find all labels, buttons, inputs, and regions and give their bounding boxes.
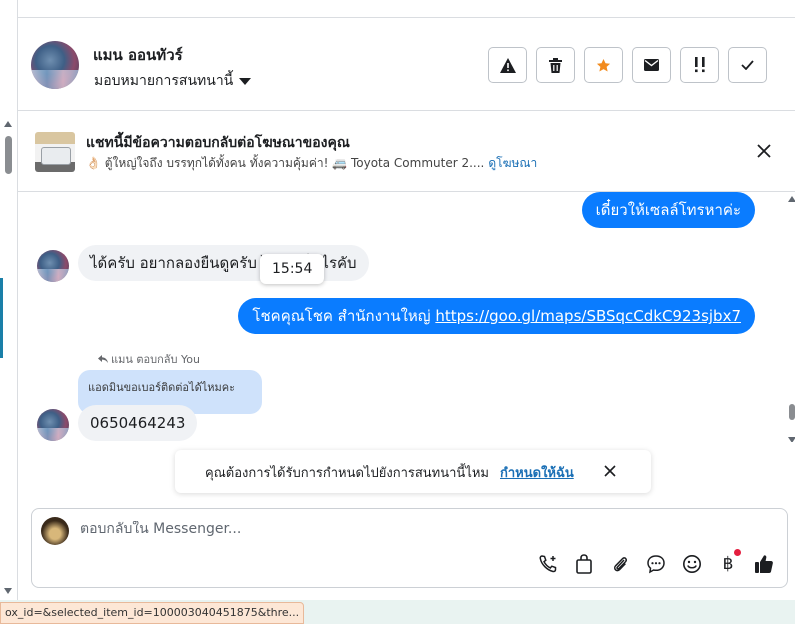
caret-down-icon [239, 77, 252, 85]
priority-icon [694, 57, 705, 73]
reply-composer: ฿ [31, 508, 788, 588]
paperclip-icon[interactable] [609, 553, 631, 575]
scroll-up-arrow-icon[interactable] [788, 196, 795, 202]
contact-avatar-small [37, 409, 69, 441]
message-bubble-outgoing-link[interactable]: โชคคุณโชค สำนักงานใหญ่ https://goo.gl/ma… [238, 298, 755, 334]
call-add-icon[interactable] [537, 553, 559, 575]
left-scrollbar-thumb[interactable] [5, 136, 12, 174]
contact-name[interactable]: แมน ออนทัวร์ [93, 43, 183, 67]
ad-banner-title: แชทนี้มีข้อความตอบกลับต่อโฆษณาของคุณ [86, 135, 350, 151]
reply-input[interactable] [80, 521, 680, 537]
trash-icon [549, 57, 562, 73]
ad-subtitle-text: 👌🏻 ตู้ใหญ่ใจถึง บรรทุกได้ทั้งคน ทั้งความ… [86, 156, 485, 170]
assign-to-me-link[interactable]: กำหนดให้ฉัน [500, 462, 574, 483]
left-panel-edge [0, 0, 18, 600]
reply-indicator: แมน ตอบกลับ You [98, 350, 200, 368]
bag-icon[interactable] [573, 553, 595, 575]
header-actions [488, 47, 767, 83]
emoji-icon[interactable] [681, 553, 703, 575]
conversation-header: แมน ออนทัวร์ มอบหมายการสนทนานี้ [18, 18, 795, 111]
timestamp-tooltip: 15:54 [260, 254, 325, 284]
status-url: ox_id=&selected_item_id=100003040451875&… [0, 602, 305, 624]
assign-prompt: คุณต้องการได้รับการกำหนดไปยังการสนทนานี้… [175, 450, 651, 493]
message-list: เดี๋ยวให้เซลล์โทรหาค่ะ ได้ครับ อยากลองยื… [18, 192, 795, 442]
chat-bubble-icon[interactable] [645, 553, 667, 575]
ad-banner-subtitle: 👌🏻 ตู้ใหญ่ใจถึง บรรทุกได้ทั้งคน ทั้งความ… [86, 154, 537, 173]
message-text: โชคคุณโชค สำนักงานใหญ่ [252, 307, 436, 325]
scroll-up-arrow-icon[interactable] [4, 121, 12, 127]
message-bubble-outgoing[interactable]: เดี๋ยวให้เซลล์โทรหาค่ะ [581, 192, 755, 228]
reply-label-text: แมน ตอบกลับ You [111, 353, 200, 366]
view-ad-link[interactable]: ดูโฆษณา [488, 156, 537, 170]
assign-dropdown[interactable]: มอบหมายการสนทนานี้ [94, 70, 252, 92]
close-icon[interactable] [755, 142, 773, 160]
ad-thumbnail[interactable] [35, 132, 75, 172]
check-icon [741, 60, 754, 70]
conversation-scrollbar-thumb[interactable] [789, 404, 795, 420]
warning-icon [499, 57, 516, 73]
composer-toolbar: ฿ [537, 549, 775, 575]
assign-prompt-text: คุณต้องการได้รับการกำหนดไปยังการสนทนานี้… [205, 466, 489, 481]
maps-link[interactable]: https://goo.gl/maps/SBSqcCdkC923sjbx7 [435, 307, 741, 325]
selected-indicator [0, 278, 3, 358]
spam-button[interactable] [488, 47, 527, 83]
ad-reply-banner: แชทนี้มีข้อความตอบกลับต่อโฆษณาของคุณ 👌🏻 … [18, 112, 795, 192]
close-icon[interactable] [603, 464, 617, 478]
message-bubble-incoming[interactable]: ได้ครับ อยากลองยืนดูครับ ไม่ไม่เป็นไรคับ [78, 245, 369, 281]
baht-icon[interactable]: ฿ [717, 549, 741, 575]
star-icon [596, 58, 611, 71]
assign-label: มอบหมายการสนทนานี้ [94, 73, 234, 89]
message-bubble-incoming[interactable]: 0650464243 [78, 405, 198, 441]
done-button[interactable] [728, 47, 767, 83]
notification-dot [734, 549, 741, 556]
thumbs-up-icon[interactable] [753, 553, 775, 575]
reply-arrow-icon [98, 354, 108, 363]
inbox-view: แมน ออนทัวร์ มอบหมายการสนทนานี้ แชทนี้มี… [0, 0, 795, 624]
scroll-down-arrow-icon[interactable] [4, 588, 12, 594]
contact-avatar-small [37, 250, 69, 282]
star-button[interactable] [584, 47, 623, 83]
mark-unread-button[interactable] [632, 47, 671, 83]
scroll-down-arrow-icon[interactable] [788, 437, 795, 442]
delete-button[interactable] [536, 47, 575, 83]
page-avatar [41, 517, 69, 545]
priority-button[interactable] [680, 47, 719, 83]
envelope-icon [644, 59, 659, 71]
contact-avatar[interactable] [31, 41, 79, 89]
